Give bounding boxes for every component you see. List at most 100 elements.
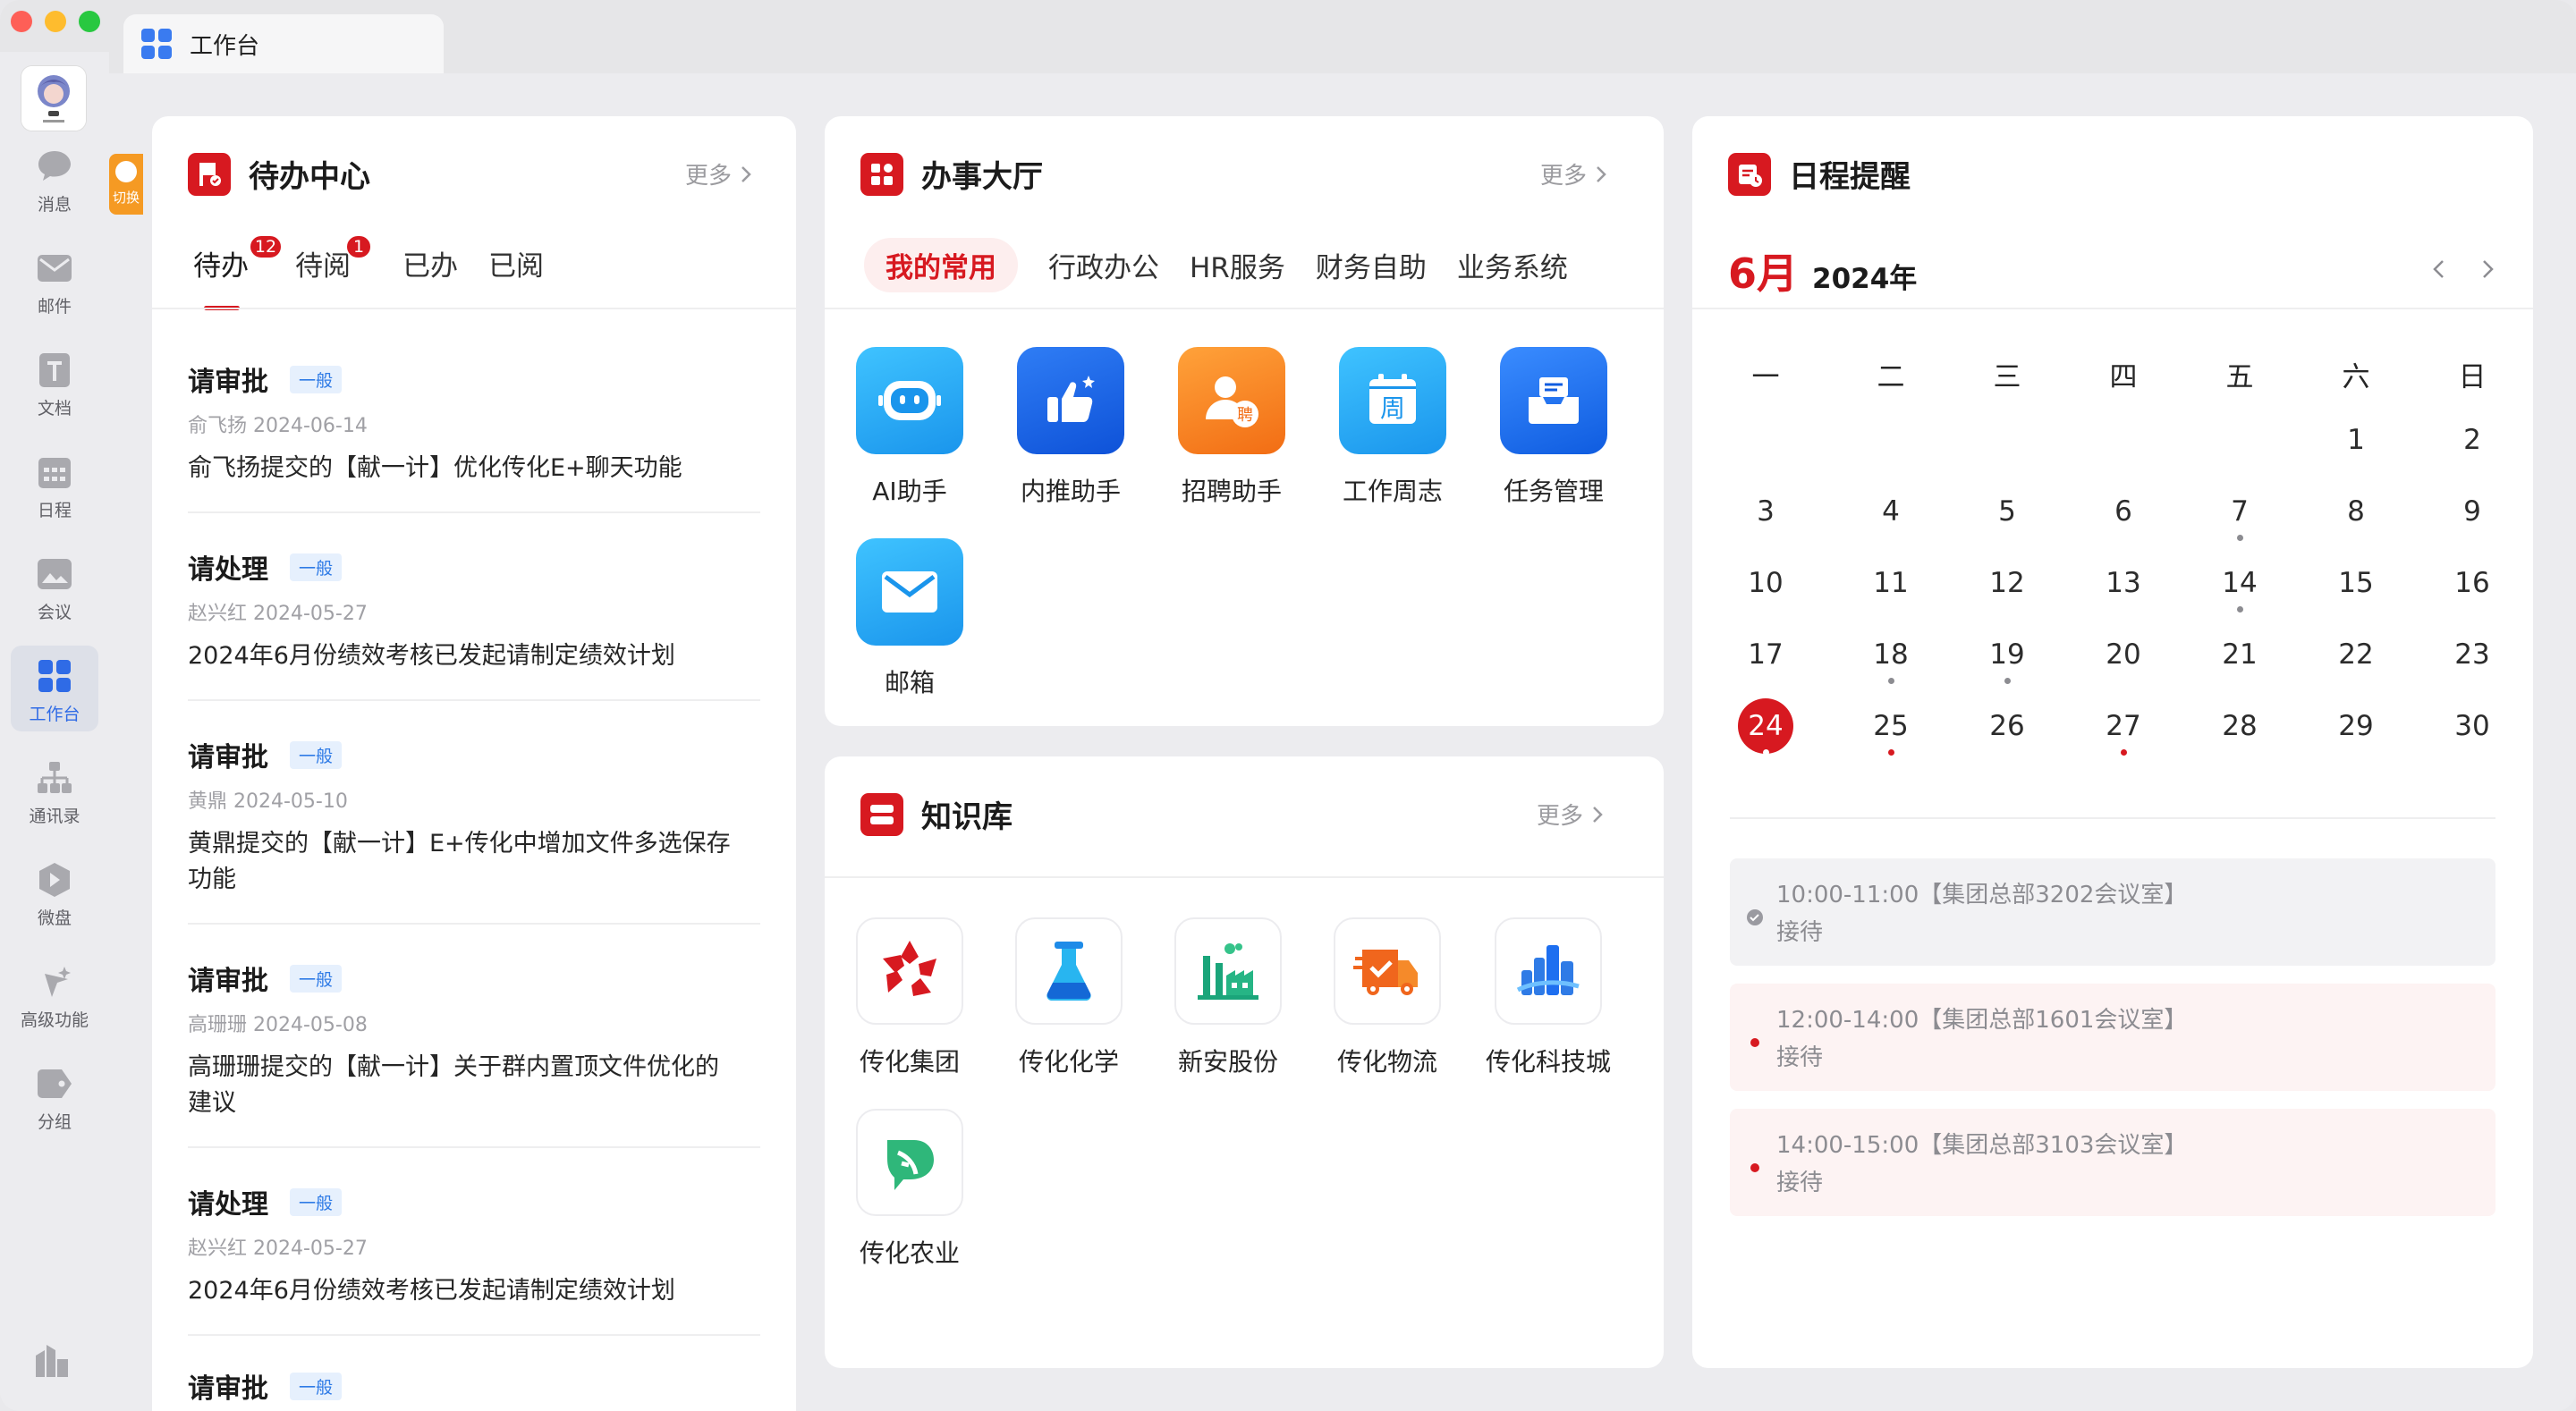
sidebar-item-contacts[interactable]: 通讯录 xyxy=(11,748,98,833)
sidebar-item-group[interactable]: 分组 xyxy=(11,1053,98,1139)
calendar-day[interactable]: 11 xyxy=(1855,567,1927,599)
todo-item-desc: 2024年6月份绩效考核已发起请制定绩效计划 xyxy=(188,642,675,670)
month-year-label: 6月 2024年 xyxy=(1728,241,1917,300)
event-desc: 接待 xyxy=(1776,919,1824,946)
tab-finance-self-service[interactable]: 财务自助 xyxy=(1316,245,1427,285)
schedule-event[interactable]: 14:00-15:00【集团总部3103会议室】 接待 xyxy=(1730,1109,2496,1216)
sidebar-item-drive[interactable]: 微盘 xyxy=(11,849,98,935)
todo-item[interactable]: 请处理 一般 赵兴红 2024-05-27 2024年6月份绩效考核已发起请制定绩… xyxy=(188,1182,760,1309)
calendar-day[interactable]: 1 xyxy=(2320,424,2392,456)
calendar-day[interactable]: 27 xyxy=(2088,710,2159,756)
kb-transfar-chemistry[interactable]: 传化化学 xyxy=(1002,917,1136,1078)
app-task-management[interactable]: 任务管理 xyxy=(1487,347,1621,508)
kb-transfar-tech-city[interactable]: 传化科技城 xyxy=(1481,917,1615,1078)
next-month-button[interactable] xyxy=(2474,256,2501,283)
prev-month-button[interactable] xyxy=(2426,256,2453,283)
sidebar-item-workbench[interactable]: 工作台 xyxy=(11,646,98,731)
tab-hr-service[interactable]: HR服务 xyxy=(1190,245,1285,285)
app-mailbox[interactable]: 邮箱 xyxy=(843,538,977,699)
calendar-day[interactable]: 2 xyxy=(2436,424,2508,456)
tab-business-systems[interactable]: 业务系统 xyxy=(1457,245,1568,285)
calendar-day[interactable]: 26 xyxy=(1971,710,2043,742)
kb-xinan-shares[interactable]: 新安股份 xyxy=(1161,917,1295,1078)
calendar-day[interactable]: 24 xyxy=(1730,710,1801,756)
event-dot xyxy=(1888,749,1894,756)
tab-read[interactable]: 已阅 xyxy=(488,243,544,283)
calendar-day[interactable]: 15 xyxy=(2320,567,2392,599)
app-ai-assistant[interactable]: AI助手 xyxy=(843,347,977,508)
calendar-day[interactable]: 9 xyxy=(2436,495,2508,528)
close-window-button[interactable] xyxy=(11,11,32,32)
kb-label: 传化农业 xyxy=(859,1238,960,1268)
tab-to-read[interactable]: 待阅 1 xyxy=(295,234,372,283)
app-label: AI助手 xyxy=(872,477,947,506)
calendar-day[interactable]: 30 xyxy=(2436,710,2508,742)
avatar[interactable] xyxy=(21,66,86,131)
todo-item-title: 请审批 xyxy=(188,742,268,773)
calendar-day[interactable]: 17 xyxy=(1730,638,1801,671)
workbench-icon xyxy=(141,29,172,59)
calendar-day[interactable]: 8 xyxy=(2320,495,2392,528)
calendar-day[interactable]: 19 xyxy=(1971,638,2043,684)
sidebar-item-label: 日程 xyxy=(37,501,72,520)
sidebar-item-docs[interactable]: 文档 xyxy=(11,340,98,426)
calendar-day[interactable]: 13 xyxy=(2088,567,2159,599)
workbench-icon xyxy=(35,656,74,696)
todo-item[interactable]: 请审批 一般 xyxy=(188,1366,760,1406)
schedule-event[interactable]: 10:00-11:00【集团总部3202会议室】 接待 xyxy=(1730,858,2496,966)
kb-transfar-logistics[interactable]: 传化物流 xyxy=(1320,917,1454,1078)
app-recruit-assistant[interactable]: 聘 招聘助手 xyxy=(1165,347,1299,508)
todo-item[interactable]: 请处理 一般 赵兴红 2024-05-27 2024年6月份绩效考核已发起请制定绩… xyxy=(188,547,760,674)
calendar-day[interactable]: 29 xyxy=(2320,710,2392,742)
calendar-day[interactable]: 14 xyxy=(2204,567,2275,613)
kb-transfar-agriculture[interactable]: 传化农业 xyxy=(843,1109,977,1270)
calendar-day[interactable]: 12 xyxy=(1971,567,2043,599)
minimize-window-button[interactable] xyxy=(45,11,66,32)
tab-my-favorites[interactable]: 我的常用 xyxy=(864,238,1018,292)
sidebar-item-mail[interactable]: 邮件 xyxy=(11,238,98,324)
calendar-icon xyxy=(35,452,74,492)
calendar-day[interactable]: 16 xyxy=(2436,567,2508,599)
hall-more-link[interactable]: 更多 xyxy=(1540,157,1606,190)
tab-admin-office[interactable]: 行政办公 xyxy=(1048,245,1159,285)
event-time: 12:00-14:00【集团总部1601会议室】 xyxy=(1776,1007,2188,1034)
tab-workbench[interactable]: 工作台 xyxy=(123,14,444,73)
tab-done[interactable]: 已办 xyxy=(402,243,458,283)
calendar-day[interactable]: 4 xyxy=(1855,495,1927,528)
chevron-right-icon xyxy=(1593,806,1603,823)
sidebar-item-meeting[interactable]: 会议 xyxy=(11,544,98,629)
calendar-day[interactable]: 25 xyxy=(1855,710,1927,756)
calendar-day[interactable]: 5 xyxy=(1971,495,2043,528)
sidebar-item-advanced[interactable]: 高级功能 xyxy=(11,951,98,1037)
calendar-day[interactable]: 10 xyxy=(1730,567,1801,599)
todo-item[interactable]: 请审批 一般 黄鼎 2024-05-10 黄鼎提交的【献一计】E+传化中增加文件多… xyxy=(188,735,760,898)
priority-tag: 一般 xyxy=(290,365,343,393)
calendar-day[interactable]: 23 xyxy=(2436,638,2508,671)
kb-more-link[interactable]: 更多 xyxy=(1537,798,1603,831)
schedule-event[interactable]: 12:00-14:00【集团总部1601会议室】 接待 xyxy=(1730,984,2496,1091)
calendar-day[interactable]: 28 xyxy=(2204,710,2275,742)
sidebar-item-messages[interactable]: 消息 xyxy=(11,136,98,222)
app-weekly-log[interactable]: 周 工作周志 xyxy=(1326,347,1460,508)
tab-todo[interactable]: 待办 12 xyxy=(193,234,283,283)
calendar-day[interactable]: 6 xyxy=(2088,495,2159,528)
calendar-day[interactable]: 18 xyxy=(1855,638,1927,684)
sidebar-item-label: 通讯录 xyxy=(29,807,80,826)
maximize-window-button[interactable] xyxy=(79,11,100,32)
chat-icon xyxy=(35,147,74,186)
calendar-day[interactable]: 20 xyxy=(2088,638,2159,671)
stats-icon[interactable] xyxy=(32,1339,72,1379)
todo-item-desc: 2024年6月份绩效考核已发起请制定绩效计划 xyxy=(188,1277,675,1305)
calendar-day[interactable]: 21 xyxy=(2204,638,2275,671)
switch-button[interactable]: 切换 xyxy=(109,154,143,215)
kb-transfar-group[interactable]: 传化集团 xyxy=(843,917,977,1078)
to-read-count-badge: 1 xyxy=(345,234,372,259)
todo-item[interactable]: 请审批 一般 俞飞扬 2024-06-14 俞飞扬提交的【献一计】优化传化E+聊天… xyxy=(188,359,760,486)
sidebar-item-schedule[interactable]: 日程 xyxy=(11,442,98,528)
calendar-day[interactable]: 3 xyxy=(1730,495,1801,528)
app-referral-assistant[interactable]: 内推助手 xyxy=(1004,347,1138,508)
todo-item[interactable]: 请审批 一般 高珊珊 2024-05-08 高珊珊提交的【献一计】关于群内置顶文件… xyxy=(188,959,760,1121)
todo-more-link[interactable]: 更多 xyxy=(685,157,751,190)
calendar-day[interactable]: 22 xyxy=(2320,638,2392,671)
calendar-day[interactable]: 7 xyxy=(2204,495,2275,541)
